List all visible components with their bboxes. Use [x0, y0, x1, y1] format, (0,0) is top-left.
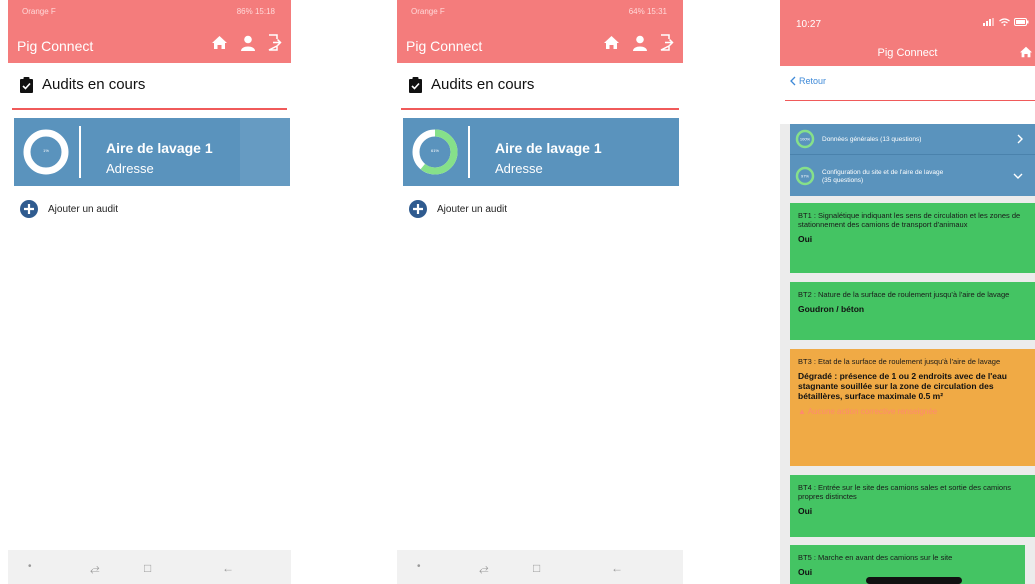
carrier-label: Orange F — [22, 7, 56, 16]
android-nav-bar: • ⥄ □ ← — [8, 550, 291, 584]
carrier-label: Orange F — [411, 7, 445, 16]
signal-icon — [983, 18, 994, 26]
warning-icon: ▲ — [798, 407, 806, 416]
clipboard-check-icon — [20, 76, 33, 93]
divider — [401, 108, 679, 110]
section-header: Audits en cours — [409, 76, 534, 93]
answer-text: Dégradé : présence de 1 ou 2 endroits av… — [798, 371, 1007, 401]
battery-time: 64% 15:31 — [628, 7, 667, 16]
question-card-bt2[interactable]: BT2 : Nature de la surface de roulement … — [790, 282, 1035, 340]
section-title: Configuration du site et de l'aire de la… — [822, 169, 944, 184]
app-header: Orange F 64% 15:31 Pig Connect — [397, 0, 683, 63]
plus-circle-icon — [409, 200, 427, 218]
answer-text: Goudron / béton — [798, 304, 865, 314]
dot-icon: • — [28, 561, 32, 572]
plus-circle-icon — [20, 200, 38, 218]
android-nav-bar: • ⥄ □ ← — [397, 550, 683, 584]
user-icon[interactable] — [240, 35, 256, 51]
card-edge — [240, 118, 290, 186]
status-bar: Orange F 86% 15:18 — [8, 0, 291, 22]
phone-screen-3: 10:27 Pig Connect Retour 100% Données gé… — [780, 0, 1035, 584]
audit-card[interactable]: 61% Aire de lavage 1 Adresse — [403, 118, 679, 186]
section-header: Audits en cours — [20, 76, 145, 93]
back-nav-button[interactable]: ← — [611, 561, 623, 575]
add-audit-button[interactable]: Ajouter un audit — [409, 200, 507, 218]
dot-icon: • — [417, 561, 421, 572]
clipboard-check-icon — [409, 76, 422, 93]
chevron-down-icon — [1013, 173, 1023, 179]
audit-address: Adresse — [106, 161, 154, 176]
card-separator — [468, 126, 470, 178]
question-card-bt3[interactable]: BT3 : Etat de la surface de roulement ju… — [790, 349, 1035, 466]
question-text: BT2 : Nature de la surface de roulement … — [798, 290, 1010, 299]
logout-icon[interactable] — [660, 34, 675, 51]
sub-header: Retour — [780, 66, 1035, 124]
chevron-right-icon — [1017, 134, 1023, 144]
status-icons — [983, 18, 1029, 26]
header-actions — [603, 34, 675, 51]
progress-percent: 61% — [430, 148, 439, 153]
section-title: Audits en cours — [42, 76, 146, 93]
home-icon[interactable] — [211, 35, 228, 50]
app-title: Pig Connect — [17, 38, 94, 54]
audit-name: Aire de lavage 1 — [106, 140, 213, 156]
section-site-config[interactable]: 97% Configuration du site et de l'aire d… — [790, 154, 1035, 196]
wifi-icon — [999, 18, 1010, 26]
question-card-bt1[interactable]: BT1 : Signalétique indiquant les sens de… — [790, 203, 1035, 273]
progress-percent: 1% — [43, 148, 49, 153]
audit-address: Adresse — [495, 161, 543, 176]
phone-screen-2: Orange F 64% 15:31 Pig Connect Audits en… — [397, 0, 683, 584]
home-nav-button[interactable]: □ — [533, 561, 540, 575]
home-icon[interactable] — [1019, 46, 1033, 58]
app-header: 10:27 Pig Connect — [780, 0, 1035, 66]
section-general-data[interactable]: 100% Données générales (13 questions) — [790, 124, 1035, 154]
progress-ring: 61% — [411, 128, 459, 176]
home-nav-button[interactable]: □ — [144, 561, 151, 575]
section-title: Audits en cours — [431, 76, 535, 93]
app-title: Pig Connect — [877, 47, 938, 59]
divider — [12, 108, 287, 110]
status-bar: Orange F 64% 15:31 — [397, 0, 683, 22]
recent-apps-button[interactable]: ⥄ — [90, 561, 100, 576]
warning-text: Aucune action corrective renseignée — [807, 407, 938, 416]
progress-percent: 100% — [800, 137, 811, 142]
back-label: Retour — [799, 76, 827, 86]
answer-text: Oui — [798, 567, 813, 577]
logout-icon[interactable] — [268, 34, 283, 51]
question-text: BT4 : Entrée sur le site des camions sal… — [798, 483, 1012, 501]
header-actions — [211, 34, 283, 51]
back-link[interactable]: Retour — [790, 76, 826, 86]
progress-ring: 100% — [795, 129, 815, 149]
add-audit-label: Ajouter un audit — [437, 203, 508, 215]
app-title: Pig Connect — [406, 38, 483, 54]
question-text: BT1 : Signalétique indiquant les sens de… — [798, 211, 1021, 229]
battery-time: 86% 15:18 — [236, 7, 275, 16]
question-card-bt4[interactable]: BT4 : Entrée sur le site des camions sal… — [790, 475, 1035, 537]
battery-icon — [1014, 18, 1029, 26]
add-audit-label: Ajouter un audit — [48, 203, 119, 215]
chevron-left-icon — [790, 76, 796, 86]
add-audit-button[interactable]: Ajouter un audit — [20, 200, 118, 218]
warning-row: ▲ Aucune action corrective renseignée — [798, 407, 1029, 416]
divider — [785, 100, 1035, 101]
recent-apps-button[interactable]: ⥄ — [479, 561, 489, 576]
user-icon[interactable] — [632, 35, 648, 51]
question-text: BT3 : Etat de la surface de roulement ju… — [798, 357, 1001, 366]
home-indicator[interactable] — [866, 577, 962, 584]
progress-percent: 97% — [801, 174, 809, 179]
progress-ring: 1% — [22, 128, 70, 176]
back-nav-button[interactable]: ← — [222, 561, 234, 575]
answer-text: Oui — [798, 234, 813, 244]
audit-card[interactable]: 1% Aire de lavage 1 Adresse — [14, 118, 290, 186]
card-separator — [79, 126, 81, 178]
phone-screen-1: Orange F 86% 15:18 Pig Connect Audits en… — [8, 0, 291, 584]
section-title: Données générales (13 questions) — [822, 136, 922, 143]
progress-ring: 97% — [795, 166, 815, 186]
home-icon[interactable] — [603, 35, 620, 50]
audit-name: Aire de lavage 1 — [495, 140, 602, 156]
status-time: 10:27 — [796, 19, 822, 30]
question-text: BT5 : Marche en avant des camions sur le… — [798, 553, 953, 562]
app-header: Orange F 86% 15:18 Pig Connect — [8, 0, 291, 63]
answer-text: Oui — [798, 506, 813, 516]
